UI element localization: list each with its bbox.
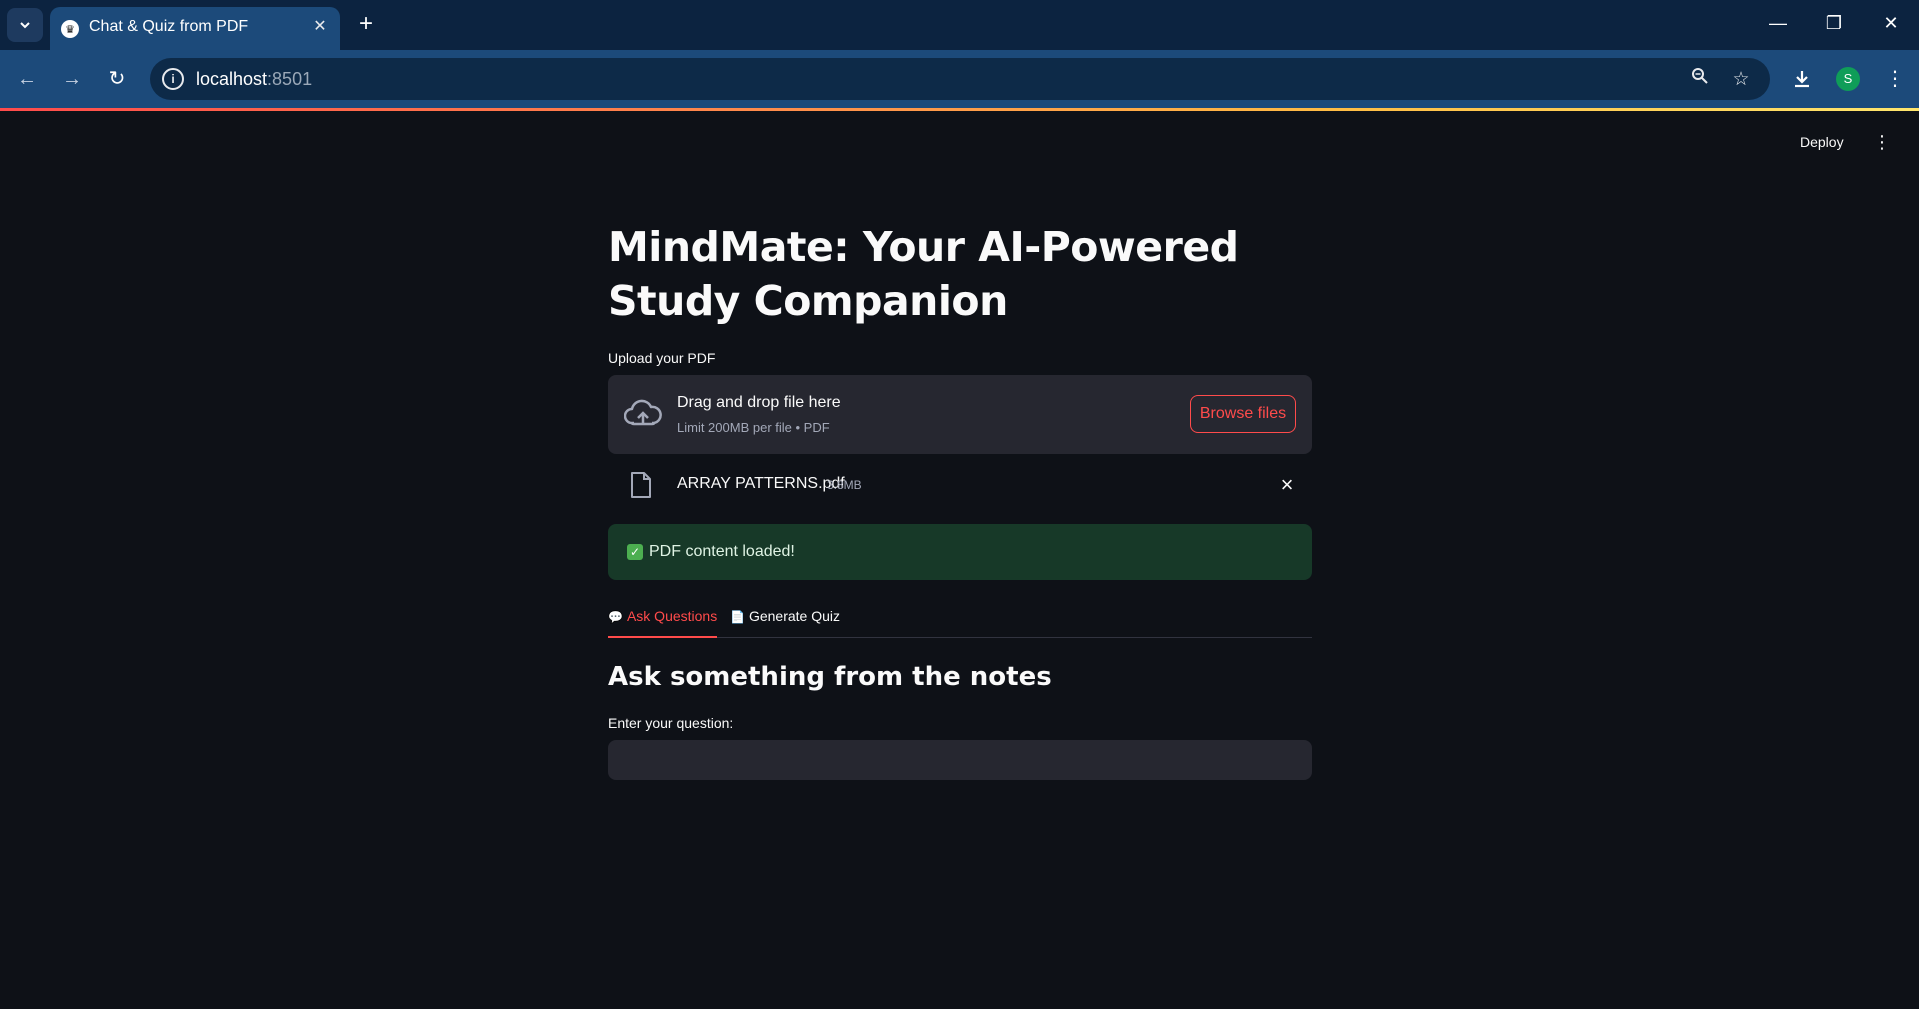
file-icon — [631, 472, 651, 498]
new-tab-button[interactable]: + — [352, 10, 380, 38]
browser-menu-icon[interactable]: ⋮ — [1880, 64, 1910, 94]
window-close-icon[interactable]: ✕ — [1871, 8, 1911, 38]
streamlit-crown-icon: ♛ — [61, 20, 79, 38]
tab-bar: 💬 Ask Questions 📄 Generate Quiz — [608, 602, 1312, 638]
bookmark-star-icon[interactable]: ☆ — [1728, 67, 1754, 93]
question-input[interactable] — [608, 740, 1312, 780]
question-label: Enter your question: — [608, 715, 734, 731]
cloud-upload-icon — [624, 399, 662, 426]
dropzone-limit-text: Limit 200MB per file • PDF — [677, 420, 830, 435]
url-host: localhost — [196, 69, 268, 89]
success-alert: ✓ PDF content loaded! — [608, 524, 1312, 580]
file-dropzone[interactable]: Drag and drop file here Limit 200MB per … — [608, 375, 1312, 454]
upload-label: Upload your PDF — [608, 350, 716, 366]
app-menu-icon[interactable]: ⋮ — [1873, 132, 1891, 152]
page-icon: 📄 — [730, 610, 745, 624]
reload-icon[interactable]: ↻ — [102, 64, 132, 94]
tab-label: Ask Questions — [626, 608, 718, 624]
tab-close-icon[interactable]: ✕ — [310, 17, 330, 37]
tab-generate-quiz[interactable]: 📄 Generate Quiz — [730, 608, 840, 638]
page-title: MindMate: Your AI-Powered Study Companio… — [608, 223, 1239, 325]
tab-ask-questions[interactable]: 💬 Ask Questions — [608, 608, 718, 638]
browser-toolbar: ← → ↻ i localhost:8501 ☆ ⋮ — [0, 50, 1919, 108]
dropzone-title: Drag and drop file here — [677, 394, 841, 411]
browse-files-button[interactable]: Browse files — [1190, 395, 1296, 433]
browser-tab[interactable]: ♛ Chat & Quiz from PDF ✕ — [50, 7, 340, 50]
minimize-icon[interactable]: — — [1758, 8, 1798, 38]
address-bar[interactable]: i localhost:8501 ☆ — [150, 58, 1770, 100]
speech-bubble-icon: 💬 — [608, 610, 623, 624]
remove-file-icon[interactable]: × — [1275, 473, 1299, 497]
profile-avatar[interactable]: S — [1836, 67, 1860, 91]
download-icon[interactable] — [1787, 64, 1817, 94]
file-name: ARRAY PATTERNS.pdf — [677, 475, 845, 492]
main-content: MindMate: Your AI-Powered Study Companio… — [608, 220, 1312, 780]
tab-search-button[interactable] — [7, 8, 43, 42]
restore-icon[interactable]: ❐ — [1814, 8, 1854, 38]
browser-tabstrip: ♛ Chat & Quiz from PDF ✕ + — ❐ ✕ — [0, 0, 1919, 50]
streamlit-decoration-bar — [0, 108, 1919, 111]
zoom-icon[interactable] — [1687, 67, 1713, 93]
success-message: PDF content loaded! — [649, 543, 795, 560]
uploaded-file-row: ARRAY PATTERNS.pdf 3.8MB × — [608, 465, 1312, 505]
section-title: Ask something from the notes — [608, 662, 1052, 692]
forward-arrow-icon[interactable]: → — [57, 64, 87, 94]
tab-label: Generate Quiz — [748, 608, 841, 624]
tab-title: Chat & Quiz from PDF — [89, 18, 249, 35]
file-size: 3.8MB — [827, 478, 862, 492]
url-port: :8501 — [267, 69, 313, 89]
site-info-icon[interactable]: i — [162, 68, 184, 90]
url-text[interactable]: localhost:8501 — [196, 69, 312, 90]
deploy-button[interactable]: Deploy — [1800, 134, 1844, 150]
back-arrow-icon[interactable]: ← — [12, 64, 42, 94]
check-mark-icon: ✓ — [627, 544, 643, 560]
chevron-down-icon — [20, 22, 30, 29]
